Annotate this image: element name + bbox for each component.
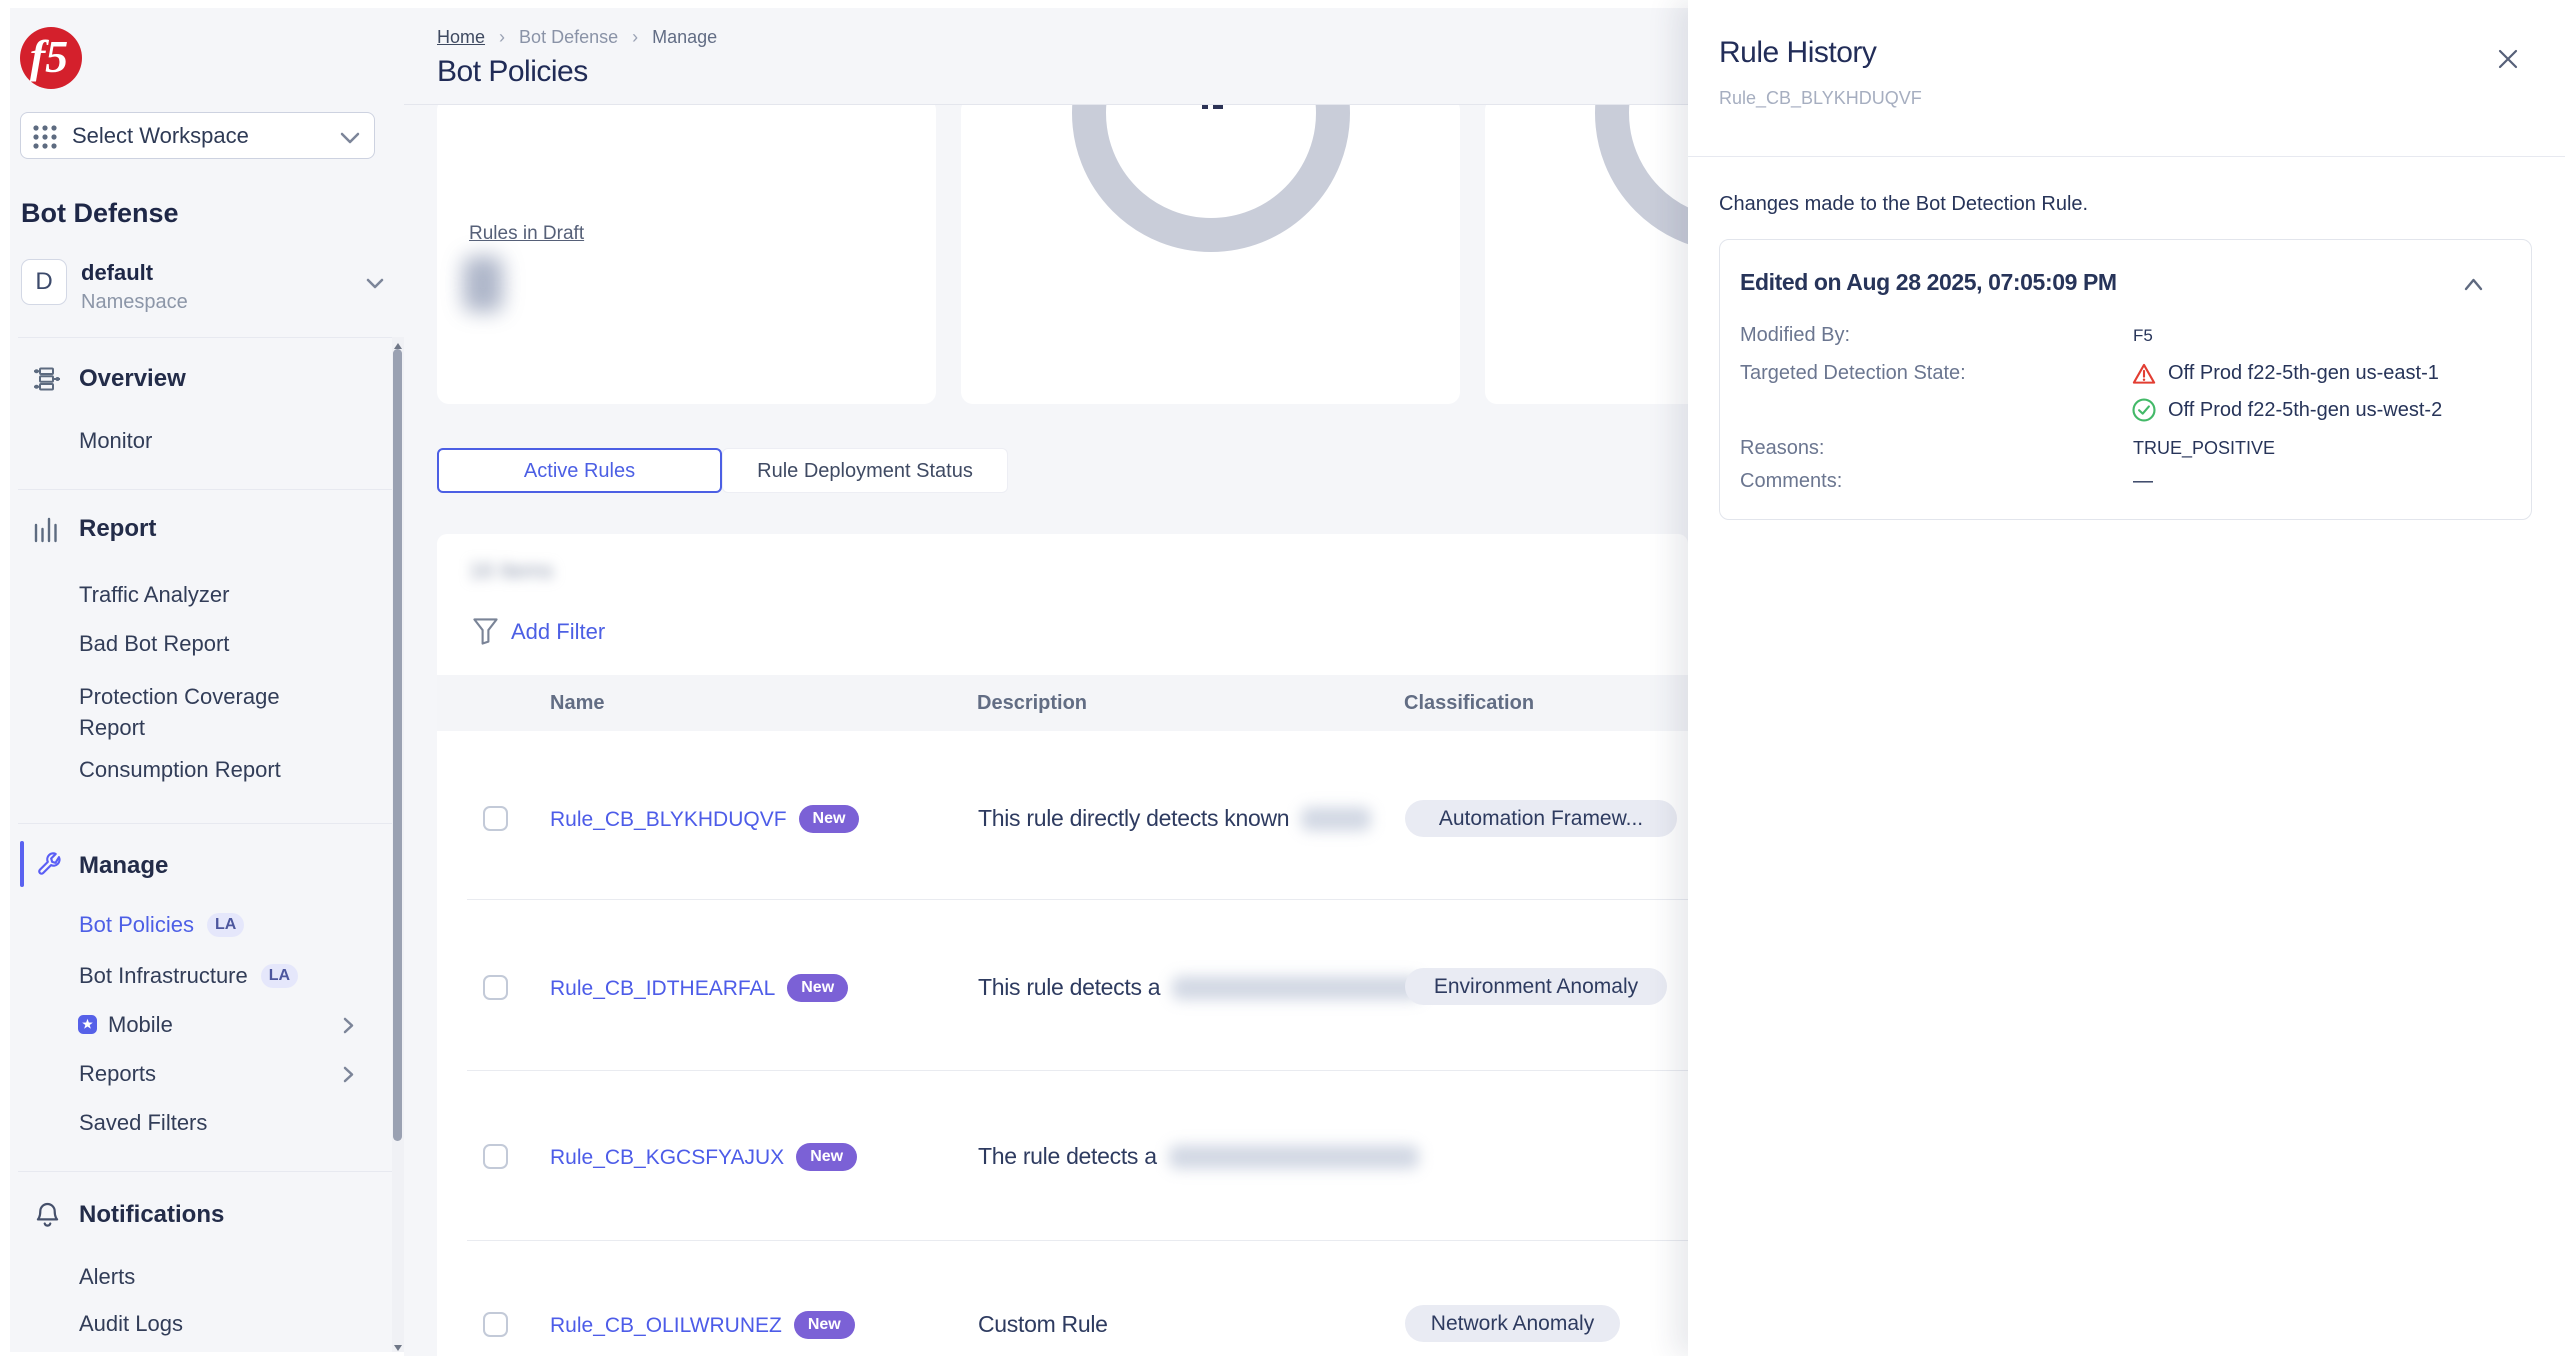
svg-text:f5: f5 [30,31,68,82]
